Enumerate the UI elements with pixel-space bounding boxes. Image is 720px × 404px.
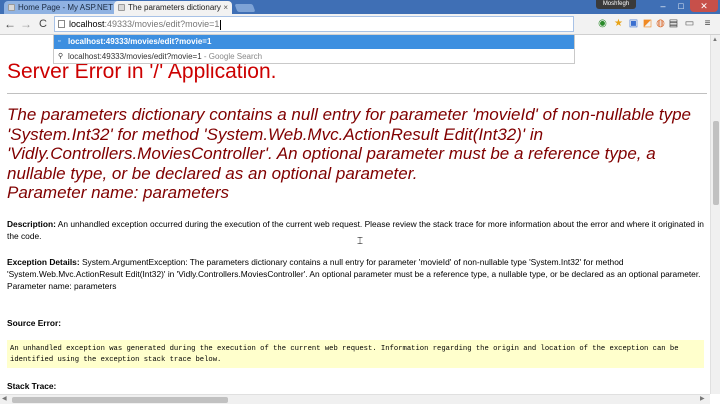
autocomplete-suggestion[interactable]: ▫ localhost:49333/movies/edit?movie=1 [54, 35, 574, 49]
page-title: Server Error in '/' Application. [7, 60, 277, 83]
browser-toolbar: ← → C localhost:49333/movies/edit?movie=… [0, 14, 720, 35]
source-error-box: An unhandled exception was generated dur… [7, 340, 704, 368]
firefox-icon[interactable]: ◍ [655, 18, 666, 29]
scroll-up-icon[interactable]: ▲ [712, 36, 718, 44]
exception-details-label: Exception Details: [7, 257, 80, 267]
autocomplete-dropdown: ▫ localhost:49333/movies/edit?movie=1 ⚲ … [53, 35, 575, 64]
exception-parameter-name: Parameter name: parameters [7, 281, 117, 291]
cast-icon[interactable]: ▭ [684, 18, 695, 29]
suggestion-subtext: - Google Search [201, 52, 263, 61]
parameter-name-line: Parameter name: parameters [7, 183, 230, 203]
stack-trace-label: Stack Trace: [7, 381, 57, 391]
page-favicon-icon [8, 4, 15, 11]
page-icon [58, 20, 65, 28]
suggestion-text: localhost:49333/movies/edit?movie=1 [68, 37, 212, 46]
new-tab-button[interactable] [234, 4, 256, 12]
tab-title: The parameters dictionary [128, 3, 221, 12]
description-text: An unhandled exception occurred during t… [7, 219, 704, 241]
tab-parameters-dictionary[interactable]: The parameters dictionary × [114, 1, 232, 14]
suggestion-text: localhost:49333/movies/edit?movie=1 [68, 52, 202, 61]
star-icon[interactable]: ★ [613, 18, 624, 29]
rss-icon[interactable]: ◩ [642, 18, 653, 29]
page-viewport: Server Error in '/' Application. The par… [0, 35, 710, 394]
back-button[interactable]: ← [3, 17, 17, 31]
address-bar[interactable]: localhost:49333/movies/edit?movie=1 [54, 16, 574, 32]
mouse-cursor-icon: ⌶ [357, 236, 363, 247]
tab-title: Home Page - My ASP.NET [18, 3, 113, 12]
horizontal-scroll-thumb[interactable] [12, 397, 228, 403]
search-icon: ⚲ [58, 53, 64, 60]
page-icon: ▫ [58, 38, 61, 45]
error-message-text: The parameters dictionary contains a nul… [7, 105, 692, 183]
tab-close-icon[interactable]: × [223, 1, 228, 14]
horizontal-scrollbar[interactable]: ◀ ▶ [0, 394, 710, 404]
reload-button[interactable]: C [36, 17, 50, 31]
vertical-scrollbar[interactable]: ▲ [710, 35, 720, 394]
description-label: Description: [7, 219, 56, 229]
stack-trace-section: Stack Trace: [7, 380, 707, 392]
user-profile-badge[interactable]: Moshfegh [596, 0, 636, 9]
autocomplete-suggestion[interactable]: ⚲ localhost:49333/movies/edit?movie=1 - … [54, 50, 574, 64]
menu-icon[interactable]: ≡ [702, 18, 713, 29]
text-caret [220, 19, 222, 30]
maximize-button[interactable]: □ [672, 0, 690, 12]
error-message: The parameters dictionary contains a nul… [7, 105, 707, 203]
source-error-label: Source Error: [7, 318, 61, 328]
bookmark-icon[interactable]: ▣ [628, 18, 639, 29]
exception-details-text: System.ArgumentException: The parameters… [7, 257, 701, 279]
address-host: localhost [69, 19, 105, 29]
chrome-icon[interactable]: ◉ [597, 18, 608, 29]
forward-button[interactable]: → [19, 17, 33, 31]
title-divider [7, 93, 707, 94]
scroll-left-icon[interactable]: ◀ [2, 395, 7, 403]
minimize-button[interactable]: – [654, 0, 672, 12]
tab-strip: Home Page - My ASP.NET The parameters di… [0, 0, 720, 14]
close-window-button[interactable]: ✕ [690, 0, 718, 12]
save-icon[interactable]: ▤ [668, 18, 679, 29]
vertical-scroll-thumb[interactable] [713, 121, 719, 205]
address-path: :49333/movies/edit?movie=1 [104, 19, 220, 29]
exception-details-section: Exception Details: System.ArgumentExcept… [7, 256, 707, 292]
tab-home-page[interactable]: Home Page - My ASP.NET [4, 1, 122, 14]
scroll-right-icon[interactable]: ▶ [700, 395, 705, 403]
source-error-section: Source Error: [7, 317, 707, 329]
page-favicon-icon [118, 4, 125, 11]
